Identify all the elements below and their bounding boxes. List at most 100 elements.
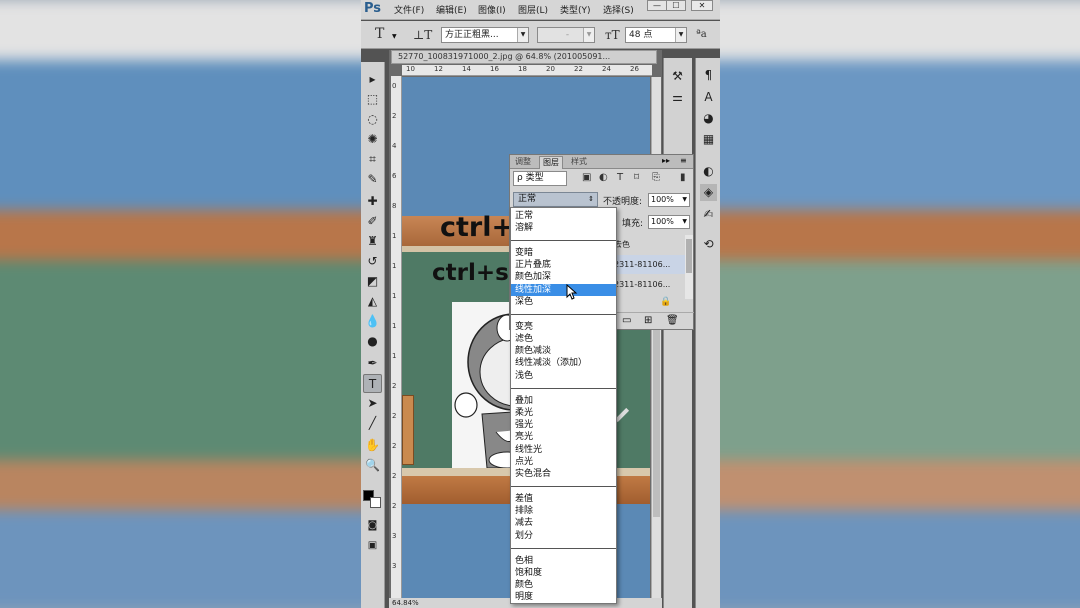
blend-option[interactable]: 颜色加深 <box>511 271 616 283</box>
eraser-tool-icon[interactable]: ◩ <box>363 272 382 291</box>
paint-bucket-tool-icon[interactable]: ◭ <box>363 292 382 311</box>
adjustments-icon[interactable]: ◐ <box>700 163 717 180</box>
blend-option[interactable]: 颜色 <box>511 579 616 591</box>
filter-smart-icon[interactable]: ⎘ <box>652 172 660 183</box>
zoom-level[interactable]: 64.84% <box>392 599 419 607</box>
blend-option[interactable]: 正片叠底 <box>511 259 616 271</box>
panel-menu-icon[interactable]: ≡ <box>680 156 687 165</box>
restore-button[interactable]: ☐ <box>666 0 686 11</box>
clone-stamp-tool-icon[interactable]: ♜ <box>363 232 382 251</box>
blend-mode-select[interactable]: 正常 ⇕ <box>513 192 598 207</box>
new-group-icon[interactable]: ▭ <box>622 315 631 326</box>
new-layer-icon[interactable]: ⊞ <box>644 315 652 326</box>
font-family-select[interactable]: 方正正粗黑... ▼ <box>441 27 529 43</box>
font-style-select[interactable]: - ▼ <box>537 27 595 43</box>
filter-toggle-icon[interactable]: ▮ <box>680 172 686 183</box>
move-tool-icon[interactable]: ▸ <box>363 70 382 89</box>
blend-option[interactable]: 叠加 <box>511 395 616 407</box>
menu-type[interactable]: 类型(Y) <box>560 3 591 16</box>
filter-shape-icon[interactable]: ⌑ <box>634 172 639 183</box>
crop-tool-icon[interactable]: ⌗ <box>363 150 382 169</box>
layer-row[interactable]: 2311-81106... <box>610 255 686 274</box>
fill-input[interactable]: 100% ▼ <box>648 215 690 229</box>
blend-option[interactable]: 饱和度 <box>511 567 616 579</box>
background-color-swatch[interactable] <box>370 497 381 508</box>
history-icon[interactable]: ⟲ <box>700 236 717 253</box>
chevron-down-icon[interactable]: ▼ <box>392 33 397 40</box>
blur-tool-icon[interactable]: 💧 <box>363 312 382 331</box>
blend-option[interactable]: 变亮 <box>511 321 616 333</box>
menu-select[interactable]: 选择(S) <box>603 3 634 16</box>
blend-option[interactable]: 滤色 <box>511 333 616 345</box>
blend-option[interactable]: 明度 <box>511 591 616 603</box>
blend-option[interactable]: 柔光 <box>511 407 616 419</box>
zoom-tool-icon[interactable]: 🔍 <box>363 456 382 475</box>
text-tool-icon[interactable]: T <box>363 374 382 393</box>
toggle-orientation-icon[interactable]: ⊥T <box>413 28 432 42</box>
character-icon[interactable]: A <box>700 89 717 106</box>
tool-presets-icon[interactable]: ⚒ <box>669 68 686 85</box>
layer-row[interactable]: 去色 <box>610 235 686 254</box>
hand-tool-icon[interactable]: ✋ <box>363 436 382 455</box>
pen-tool-icon[interactable]: ✒ <box>363 354 382 373</box>
filter-adjustment-icon[interactable]: ◐ <box>599 172 608 183</box>
blend-option[interactable]: 差值 <box>511 493 616 505</box>
quick-select-tool-icon[interactable]: ✺ <box>363 130 382 149</box>
adjust-sliders-icon[interactable]: ⚌ <box>669 89 686 106</box>
collapse-icon[interactable]: ▸▸ <box>662 156 670 165</box>
scroll-thumb[interactable] <box>686 239 692 273</box>
layers-scrollbar[interactable] <box>685 235 693 299</box>
blend-option[interactable]: 深色 <box>511 296 616 308</box>
brush-tool-icon[interactable]: ✐ <box>363 212 382 231</box>
delete-layer-icon[interactable]: 🗑 <box>666 315 679 326</box>
blend-option[interactable]: 颜色减淡 <box>511 345 616 357</box>
filter-type-icon[interactable]: T <box>617 172 623 183</box>
channels-icon[interactable]: ✍ <box>700 206 717 223</box>
blend-option[interactable]: 线性减淡（添加） <box>511 357 616 369</box>
menu-image[interactable]: 图像(I) <box>478 3 506 16</box>
line-tool-icon[interactable]: ╱ <box>363 414 382 433</box>
marquee-tool-icon[interactable]: ⬚ <box>363 90 382 109</box>
blend-option-selected[interactable]: 线性加深 <box>511 284 616 296</box>
menu-file[interactable]: 文件(F) <box>394 3 424 16</box>
blend-option[interactable]: 线性光 <box>511 444 616 456</box>
type-tool-icon[interactable]: T <box>375 26 384 42</box>
lasso-tool-icon[interactable]: ◌ <box>363 110 382 129</box>
tab-styles[interactable]: 样式 <box>568 156 590 169</box>
dodge-tool-icon[interactable]: ● <box>363 332 382 351</box>
paragraph-icon[interactable]: ¶ <box>700 67 717 84</box>
opacity-input[interactable]: 100% ▼ <box>648 193 690 207</box>
blend-option[interactable]: 浅色 <box>511 370 616 382</box>
screen-mode-icon[interactable]: ▣ <box>363 536 382 555</box>
color-palette-icon[interactable]: ◕ <box>700 110 717 127</box>
blend-option[interactable]: 亮光 <box>511 431 616 443</box>
filter-pixel-icon[interactable]: ▣ <box>582 172 591 183</box>
tab-layers[interactable]: 图层 <box>539 156 563 169</box>
path-select-tool-icon[interactable]: ➤ <box>363 394 382 413</box>
blend-option[interactable]: 色相 <box>511 555 616 567</box>
quick-mask-icon[interactable]: ◙ <box>363 516 382 535</box>
blend-option[interactable]: 点光 <box>511 456 616 468</box>
tab-adjustments[interactable]: 调整 <box>512 156 534 169</box>
history-brush-tool-icon[interactable]: ↺ <box>363 252 382 271</box>
blend-option[interactable]: 减去 <box>511 517 616 529</box>
lock-icon[interactable]: 🔒 <box>660 297 671 307</box>
layer-filter-select[interactable]: ρ 类型 <box>513 171 567 186</box>
blend-option[interactable]: 排除 <box>511 505 616 517</box>
font-size-input[interactable]: 48 点 ▼ <box>625 27 687 43</box>
swatches-icon[interactable]: ▦ <box>700 131 717 148</box>
close-button[interactable]: ✕ <box>691 0 713 11</box>
blend-option[interactable]: 变暗 <box>511 247 616 259</box>
anti-alias-icon[interactable]: ªa <box>696 29 707 40</box>
healing-brush-tool-icon[interactable]: ✚ <box>363 192 382 211</box>
blend-option[interactable]: 溶解 <box>511 222 616 234</box>
blend-option[interactable]: 强光 <box>511 419 616 431</box>
blend-option[interactable]: 划分 <box>511 530 616 542</box>
blend-option[interactable]: 实色混合 <box>511 468 616 480</box>
eyedropper-tool-icon[interactable]: ✎ <box>363 170 382 189</box>
layers-icon[interactable]: ◈ <box>700 184 717 201</box>
minimize-button[interactable]: — <box>647 0 667 11</box>
layer-row[interactable]: 2311-81106... <box>610 275 686 294</box>
menu-edit[interactable]: 编辑(E) <box>436 3 467 16</box>
blend-option[interactable]: 正常 <box>511 210 616 222</box>
